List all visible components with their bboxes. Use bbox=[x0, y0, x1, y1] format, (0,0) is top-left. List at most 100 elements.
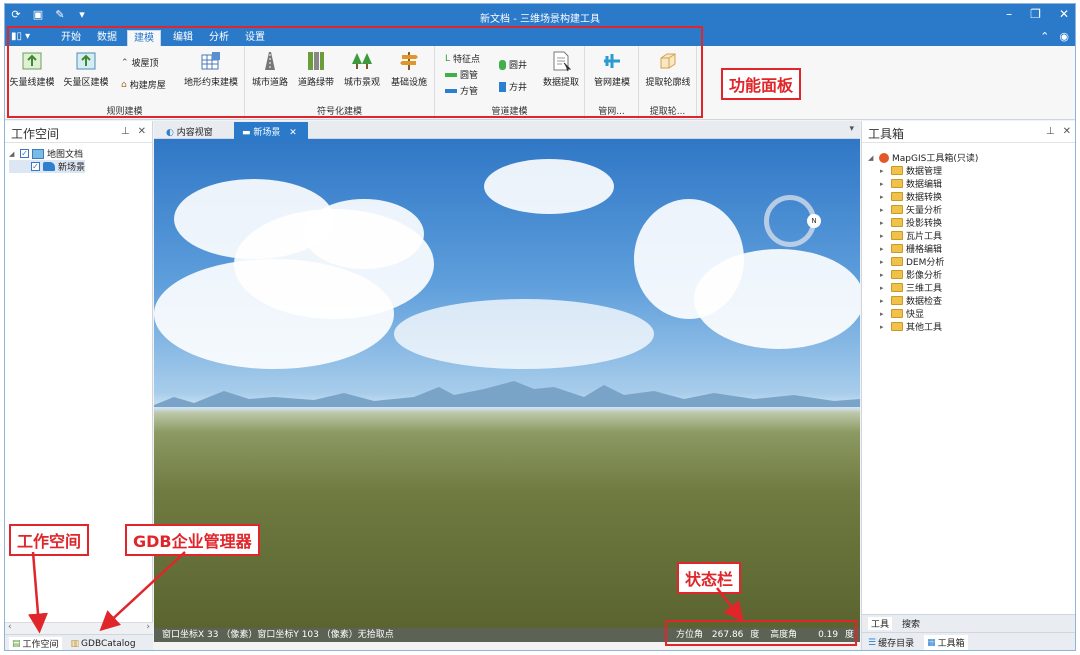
expand-icon[interactable]: ◢ bbox=[868, 154, 876, 162]
expand-icon[interactable]: ▸ bbox=[880, 323, 888, 331]
toolbox-icon: ▦ bbox=[927, 637, 936, 648]
expand-icon[interactable]: ▸ bbox=[880, 219, 888, 227]
gdb-icon: ▥ bbox=[70, 638, 80, 649]
workspace-panel-header: 工作空间 ⊥ ✕ bbox=[5, 121, 152, 143]
toolbox-item[interactable]: ▸ 其他工具 bbox=[868, 320, 978, 333]
expand-icon[interactable]: ▸ bbox=[880, 258, 888, 266]
toolbox-item[interactable]: ▸ 三维工具 bbox=[868, 281, 978, 294]
tab-new-scene-label: 新场景 bbox=[253, 128, 281, 138]
workspace-panel: 工作空间 ⊥ ✕ ◢ ✓ 地图文档 ✓ 新场景 ‹ › ▤ 工作空间 ▥ GDB… bbox=[5, 121, 153, 650]
tab-gdbcatalog[interactable]: ▥ GDBCatalog bbox=[68, 637, 139, 650]
pin-icon[interactable]: ⊥ bbox=[121, 126, 130, 137]
expand-icon[interactable]: ▸ bbox=[880, 271, 888, 279]
toolbox-item-label: 影像分析 bbox=[906, 271, 943, 281]
scene-icon bbox=[43, 162, 55, 171]
expand-icon[interactable]: ▸ bbox=[880, 232, 888, 240]
toolbox-item[interactable]: ▸ 快显 bbox=[868, 307, 978, 320]
minimize-button[interactable]: – bbox=[1006, 7, 1012, 21]
tab-workspace[interactable]: ▤ 工作空间 bbox=[9, 637, 62, 650]
workspace-panel-close-icon[interactable]: ✕ bbox=[138, 126, 146, 137]
toolbox-item-label: 三维工具 bbox=[906, 284, 943, 294]
tab-search[interactable]: 搜索 bbox=[902, 617, 920, 630]
tab-toolbox[interactable]: ▦ 工具箱 bbox=[924, 635, 968, 650]
collapse-ribbon-button[interactable]: ⌃ bbox=[1040, 30, 1049, 43]
toolbox-item[interactable]: ▸ 数据编辑 bbox=[868, 177, 978, 190]
toolbox-item[interactable]: ▸ 数据检查 bbox=[868, 294, 978, 307]
toolbox-item[interactable]: ▸ 数据转换 bbox=[868, 190, 978, 203]
maximize-button[interactable]: ❐ bbox=[1030, 7, 1041, 21]
checkbox[interactable]: ✓ bbox=[20, 149, 29, 158]
toolbox-root-label: MapGIS工具箱(只读) bbox=[892, 154, 979, 164]
toolbox-item[interactable]: ▸ 瓦片工具 bbox=[868, 229, 978, 242]
cloud bbox=[394, 299, 654, 369]
checkbox[interactable]: ✓ bbox=[31, 162, 40, 171]
toolbox-panel-controls: ⊥ ✕ bbox=[1046, 126, 1071, 137]
toolbox-panel-close-icon[interactable]: ✕ bbox=[1063, 126, 1071, 137]
left-bottom-tabs: ▤ 工作空间 ▥ GDBCatalog bbox=[5, 634, 153, 650]
workspace-callout: 工作空间 bbox=[9, 524, 90, 556]
ribbon-right-controls: ⌃ ◉ bbox=[1040, 30, 1069, 43]
toolbox-folder-icon bbox=[891, 231, 903, 240]
scroll-left-icon[interactable]: ‹ bbox=[8, 622, 12, 632]
scene-tab-icon: ▬ bbox=[242, 128, 251, 138]
tab-content-view[interactable]: ◐ 内容视窗 bbox=[158, 122, 221, 139]
expand-icon[interactable]: ▸ bbox=[880, 310, 888, 318]
toolbox-item-label: DEM分析 bbox=[906, 258, 945, 268]
toolbox-item-label: 矢量分析 bbox=[906, 206, 943, 216]
tab-cache-directory[interactable]: ☰ 缓存目录 bbox=[868, 635, 914, 650]
toolbox-panel-title: 工具箱 bbox=[868, 127, 905, 141]
tab-new-scene[interactable]: ▬ 新场景 ✕ bbox=[234, 122, 308, 139]
toolbox-item-label: 数据编辑 bbox=[906, 180, 943, 190]
toolbox-folder-icon bbox=[891, 179, 903, 188]
scroll-right-icon[interactable]: › bbox=[146, 622, 150, 632]
expand-icon[interactable]: ▸ bbox=[880, 284, 888, 292]
workspace-icon: ▤ bbox=[12, 638, 21, 649]
toolbox-item[interactable]: ▸ 矢量分析 bbox=[868, 203, 978, 216]
tab-workspace-label: 工作空间 bbox=[22, 640, 59, 650]
toolbox-item[interactable]: ▸ 影像分析 bbox=[868, 268, 978, 281]
expand-icon[interactable]: ◢ bbox=[9, 150, 17, 158]
toolbox-item-label: 快显 bbox=[906, 310, 925, 320]
help-icon[interactable]: ◉ bbox=[1059, 30, 1069, 43]
window-coords-text: 窗口坐标X 33 （像素）窗口坐标Y 103 （像素）无拾取点 bbox=[162, 630, 394, 640]
expand-icon[interactable]: ▸ bbox=[880, 167, 888, 175]
expand-icon[interactable]: ▸ bbox=[880, 245, 888, 253]
horizontal-scrollbar[interactable]: ‹ › bbox=[5, 622, 153, 634]
navigation-compass[interactable]: N bbox=[764, 195, 821, 247]
toolbox-folder-icon bbox=[891, 283, 903, 292]
expand-icon[interactable]: ▸ bbox=[880, 206, 888, 214]
tab-gdbcatalog-label: GDBCatalog bbox=[81, 638, 136, 649]
toolbox-item-label: 栅格编辑 bbox=[906, 245, 943, 255]
toolbox-item[interactable]: ▸ 栅格编辑 bbox=[868, 242, 978, 255]
app-window: ⟳ ▣ ✎ ▾ 新文档 - 三维场景构建工具 – ❐ ✕ ▮▯ ▾ 开始 数据 … bbox=[4, 3, 1076, 651]
expand-icon[interactable]: ▸ bbox=[880, 193, 888, 201]
cloud bbox=[484, 159, 614, 214]
cloud bbox=[694, 249, 860, 349]
tree-item-label: 地图文档 bbox=[47, 150, 84, 160]
mountain-range bbox=[154, 381, 860, 407]
toolbox-item[interactable]: ▸ 投影转换 bbox=[868, 216, 978, 229]
tab-tools[interactable]: 工具 bbox=[868, 617, 893, 630]
toolbox-item-label: 数据管理 bbox=[906, 167, 943, 177]
scene-viewport[interactable]: N bbox=[154, 139, 860, 628]
tab-dropdown-icon[interactable]: ▾ bbox=[849, 124, 854, 134]
toolbox-tree: ◢ MapGIS工具箱(只读) ▸ 数据管理 ▸ 数据编辑 ▸ 数据转换 ▸ 矢量分析 ▸ 投影转… bbox=[868, 151, 978, 333]
toolbox-item[interactable]: ▸ 数据管理 bbox=[868, 164, 978, 177]
toolbox-item-label: 数据检查 bbox=[906, 297, 943, 307]
expand-icon[interactable]: ▸ bbox=[880, 180, 888, 188]
expand-icon[interactable]: ▸ bbox=[880, 297, 888, 305]
toolbox-item[interactable]: ▸ DEM分析 bbox=[868, 255, 978, 268]
toolbox-item-label: 投影转换 bbox=[906, 219, 943, 229]
pin-icon[interactable]: ⊥ bbox=[1046, 126, 1055, 137]
tree-item-new-scene[interactable]: ✓ 新场景 bbox=[9, 160, 86, 173]
tab-cache-directory-label: 缓存目录 bbox=[878, 639, 915, 649]
north-indicator-icon[interactable]: N bbox=[807, 214, 821, 228]
tree-item-map-document[interactable]: ◢ ✓ 地图文档 bbox=[9, 147, 85, 160]
toolbox-root[interactable]: ◢ MapGIS工具箱(只读) bbox=[868, 151, 978, 164]
toolbox-folder-icon bbox=[891, 270, 903, 279]
close-button[interactable]: ✕ bbox=[1059, 7, 1069, 21]
globe-icon: ◐ bbox=[166, 128, 174, 138]
cache-icon: ☰ bbox=[868, 637, 877, 648]
tab-close-icon[interactable]: ✕ bbox=[289, 128, 297, 138]
workspace-panel-title: 工作空间 bbox=[11, 127, 60, 141]
